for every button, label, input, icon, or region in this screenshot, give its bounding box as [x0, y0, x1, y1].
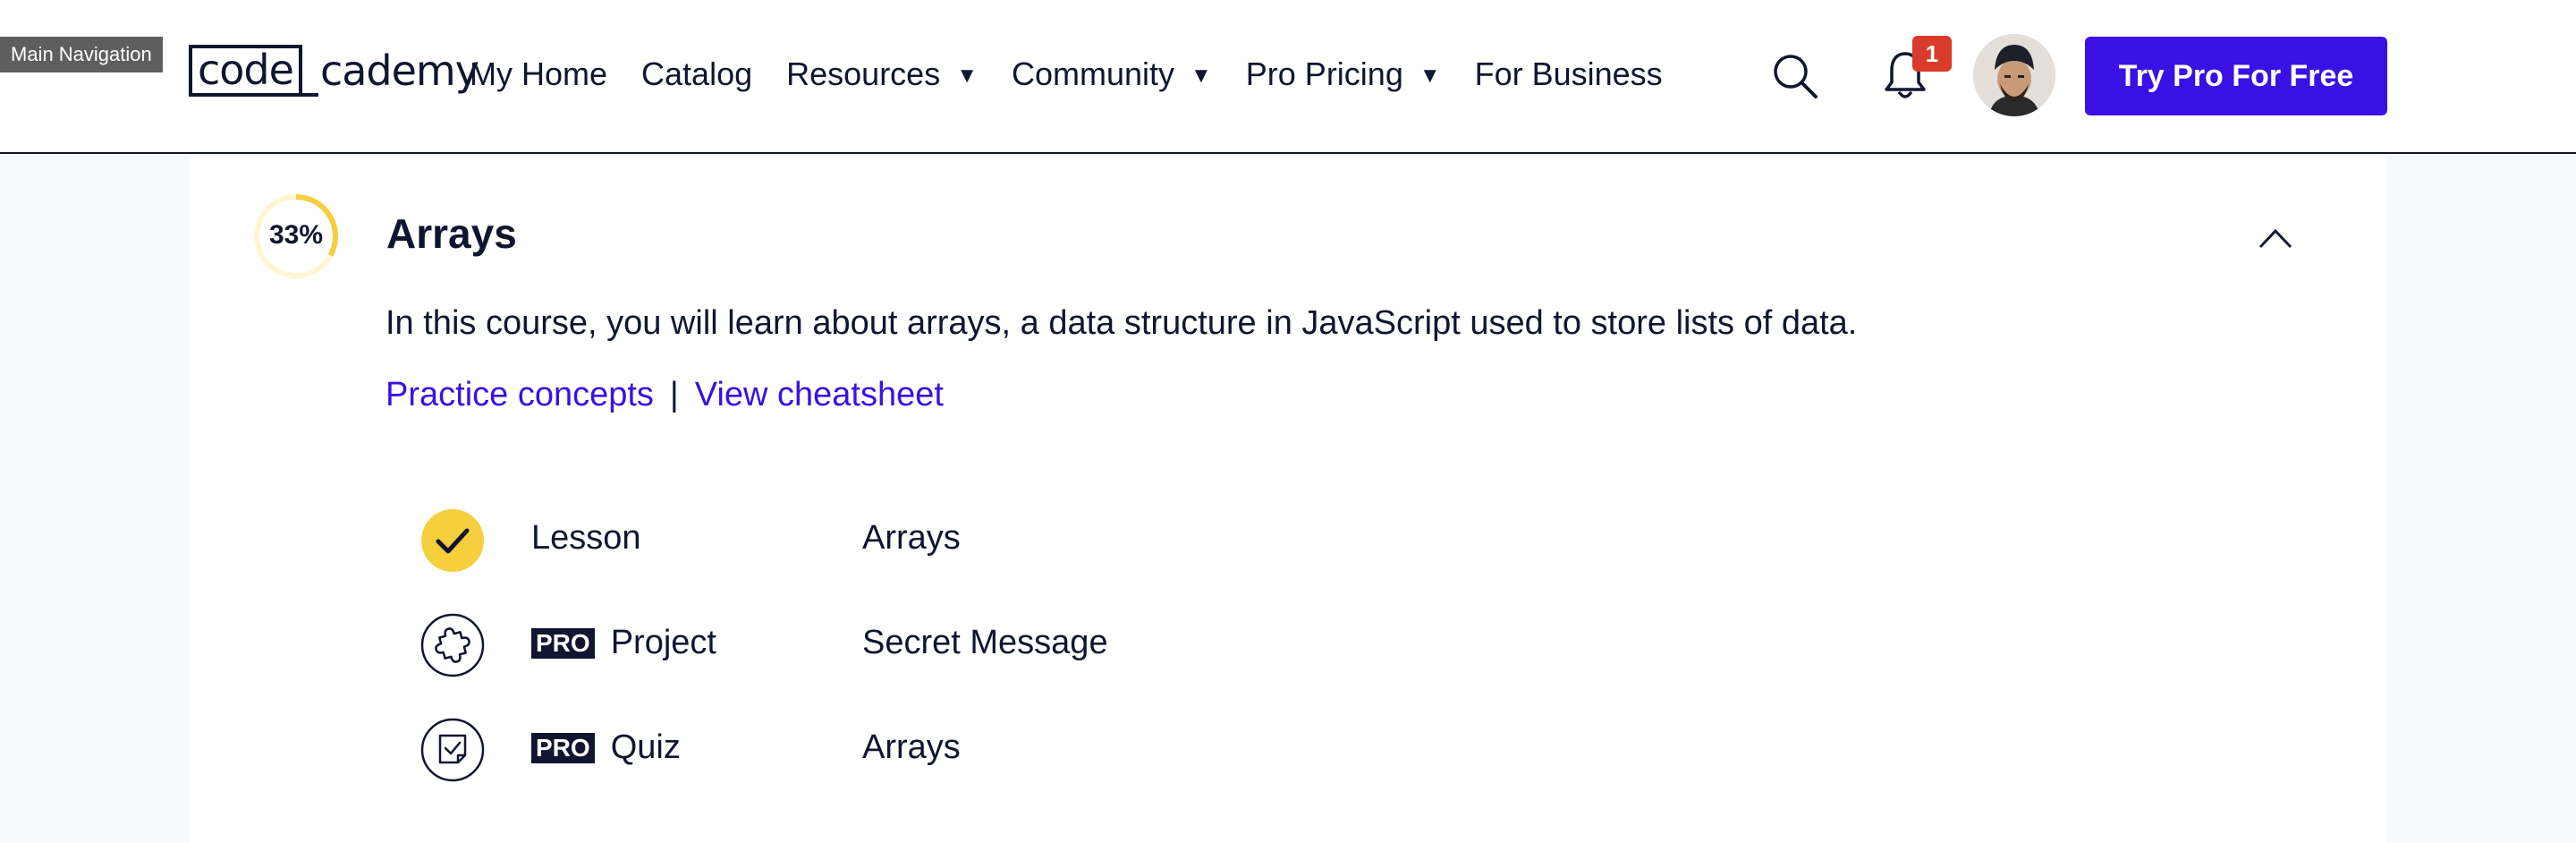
nav-item-my-home[interactable]: My Home [470, 55, 607, 93]
nav-item-label: My Home [470, 55, 608, 92]
nav-item-for-business[interactable]: For Business [1475, 55, 1663, 93]
module-description: In this course, you will learn about arr… [386, 304, 1858, 342]
nav-item-community[interactable]: Community ▼ [1012, 55, 1212, 93]
logo-academy-text: cademy [319, 47, 479, 95]
quiz-icon [420, 718, 485, 782]
search-icon[interactable] [1771, 52, 1819, 100]
caret-down-icon: ▼ [956, 64, 978, 88]
nav-item-label: Catalog [641, 55, 753, 92]
item-type: PRO Quiz [531, 728, 681, 767]
chevron-up-icon[interactable] [2258, 226, 2293, 251]
navigation-tooltip: Main Navigation [0, 37, 163, 72]
item-type-label: Lesson [531, 519, 641, 557]
item-name: Arrays [862, 519, 961, 557]
practice-concepts-link[interactable]: Practice concepts [386, 376, 654, 414]
nav-item-label: Resources [786, 55, 941, 92]
nav-item-pro-pricing[interactable]: Pro Pricing ▼ [1246, 55, 1441, 93]
list-item[interactable]: Lesson Arrays [420, 508, 1673, 573]
puzzle-icon [420, 613, 485, 677]
nav-menu: My Home Catalog Resources ▼ Community ▼ Pr… [470, 52, 1697, 97]
check-icon [421, 509, 484, 572]
view-cheatsheet-link[interactable]: View cheatsheet [695, 376, 944, 414]
item-type: Lesson [531, 519, 641, 558]
list-item[interactable]: PRO Quiz Arrays [420, 718, 1673, 782]
item-type: PRO Project [531, 624, 716, 662]
nav-item-label: For Business [1474, 55, 1663, 92]
link-separator: | [669, 376, 679, 413]
try-pro-button[interactable]: Try Pro For Free [2085, 37, 2387, 115]
list-item[interactable]: PRO Project Secret Message [420, 613, 1673, 677]
nav-item-label: Community [1011, 55, 1175, 92]
logo-cursor [301, 93, 318, 97]
module-title: Arrays [386, 210, 517, 257]
nav-item-label: Pro Pricing [1245, 55, 1403, 92]
caret-down-icon: ▼ [1191, 64, 1212, 88]
notification-count-badge: 1 [1912, 36, 1952, 72]
nav-item-catalog[interactable]: Catalog [641, 55, 752, 93]
nav-item-resources[interactable]: Resources ▼ [786, 55, 978, 93]
pro-badge: PRO [531, 732, 595, 763]
item-type-label: Quiz [610, 728, 681, 766]
avatar-image-icon [1973, 34, 2055, 116]
main-navigation: Main Navigation code cademy My Home Catal… [0, 0, 2576, 154]
progress-percent: 33% [268, 220, 324, 250]
caret-down-icon: ▼ [1419, 64, 1441, 88]
pro-badge: PRO [531, 627, 595, 659]
item-name: Secret Message [862, 624, 1108, 661]
item-type-label: Project [610, 624, 716, 661]
user-avatar[interactable] [1973, 34, 2055, 116]
codecademy-logo[interactable]: code cademy [189, 45, 479, 97]
logo-code-text: code [189, 45, 302, 97]
item-name: Arrays [862, 728, 961, 766]
module-links: Practice concepts | View cheatsheet [386, 376, 944, 414]
